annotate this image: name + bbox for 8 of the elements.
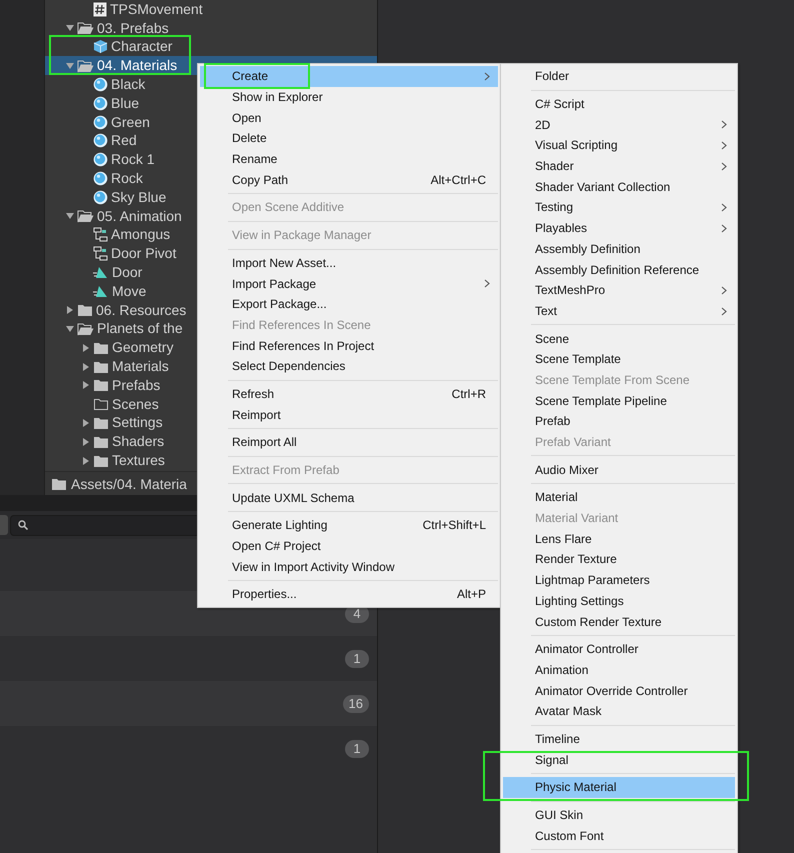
count-badge: 16 xyxy=(342,694,369,712)
path-text: Assets/04. Materia xyxy=(71,476,187,492)
shortcut-text: Alt+Ctrl+C xyxy=(430,172,486,187)
shortcut-text: Ctrl+R xyxy=(452,386,486,401)
shortcut-text: Alt+P xyxy=(456,587,486,602)
count-badge: 1 xyxy=(345,650,369,668)
count-badge: 1 xyxy=(345,740,369,758)
shortcut-text: Ctrl+Shift+L xyxy=(422,518,486,532)
